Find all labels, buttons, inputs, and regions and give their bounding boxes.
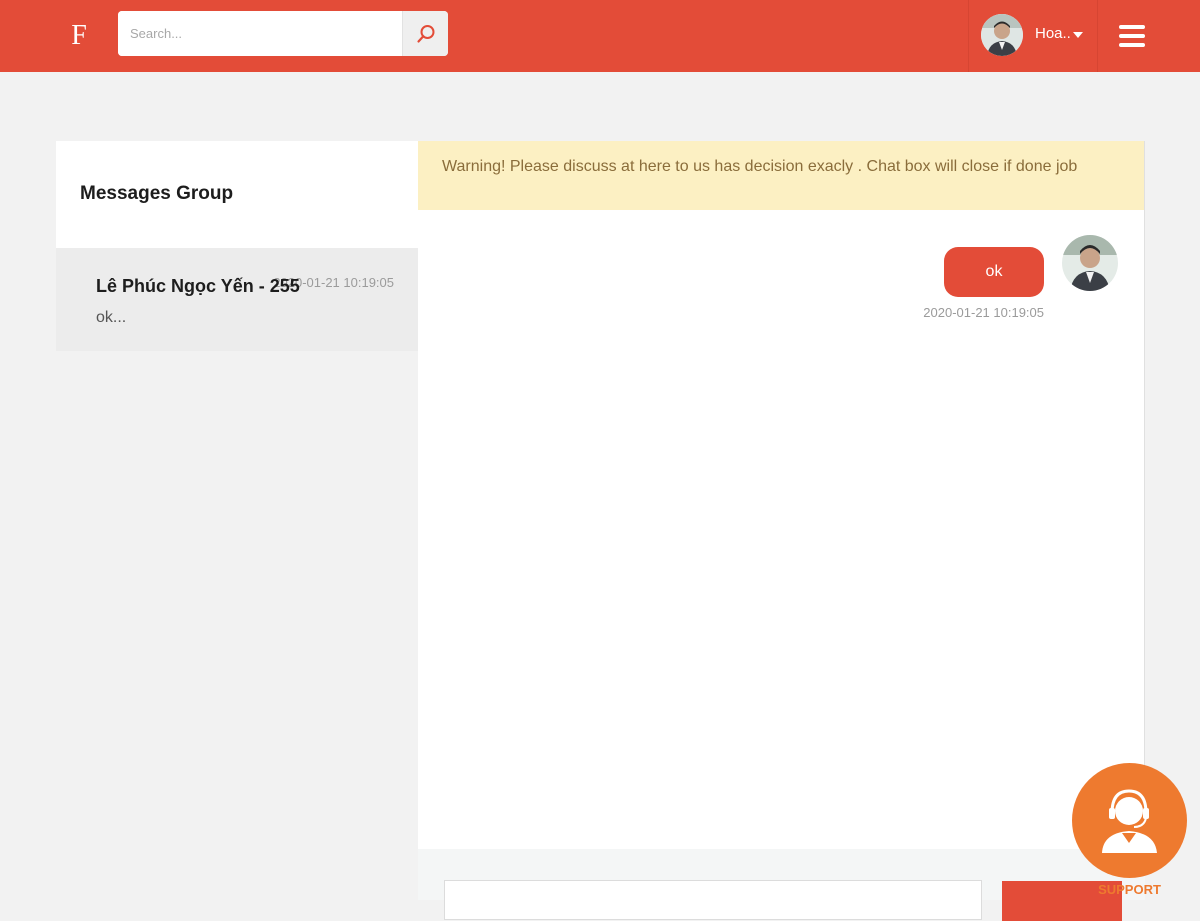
top-navbar: F Hoa.. <box>0 0 1200 72</box>
search-input[interactable] <box>118 11 402 56</box>
conversation-name: Lê Phúc Ngọc Yến - 255 <box>96 276 300 296</box>
support-label[interactable]: SUPPORT <box>1072 882 1187 897</box>
hamburger-menu-button[interactable] <box>1112 20 1152 52</box>
messages-group-panel: Messages Group 2020-01-21 10:19:05 Lê Ph… <box>56 141 418 351</box>
chevron-down-icon[interactable] <box>1073 32 1083 38</box>
app-logo[interactable]: F <box>64 18 94 54</box>
menu-line <box>1119 43 1145 47</box>
chat-panel: Warning! Please discuss at here to us ha… <box>418 141 1145 849</box>
search-bar <box>118 11 448 56</box>
conversation-preview: ok... <box>96 309 127 326</box>
messages-group-title: Messages Group <box>80 183 234 204</box>
warning-alert: Warning! Please discuss at here to us ha… <box>418 141 1144 210</box>
headset-agent-icon <box>1102 789 1157 853</box>
menu-line <box>1119 25 1145 29</box>
search-icon <box>416 24 434 43</box>
menu-line <box>1119 34 1145 38</box>
message-compose-area <box>418 849 1145 921</box>
avatar-photo-icon <box>1062 235 1118 291</box>
search-button[interactable] <box>402 11 448 56</box>
message-input[interactable] <box>444 880 982 920</box>
message-bubble: ok <box>944 247 1044 297</box>
messages-group-header: Messages Group <box>56 141 418 248</box>
user-menu[interactable]: Hoa.. <box>968 0 1098 72</box>
support-button[interactable] <box>1072 763 1187 878</box>
message-sender-avatar <box>1062 235 1118 291</box>
conversation-item[interactable]: 2020-01-21 10:19:05 Lê Phúc Ngọc Yến - 2… <box>56 248 418 351</box>
message-time: 2020-01-21 10:19:05 <box>923 305 1044 320</box>
user-avatar[interactable] <box>981 14 1023 56</box>
user-name[interactable]: Hoa.. <box>1035 24 1071 44</box>
avatar-photo-icon <box>981 14 1023 56</box>
